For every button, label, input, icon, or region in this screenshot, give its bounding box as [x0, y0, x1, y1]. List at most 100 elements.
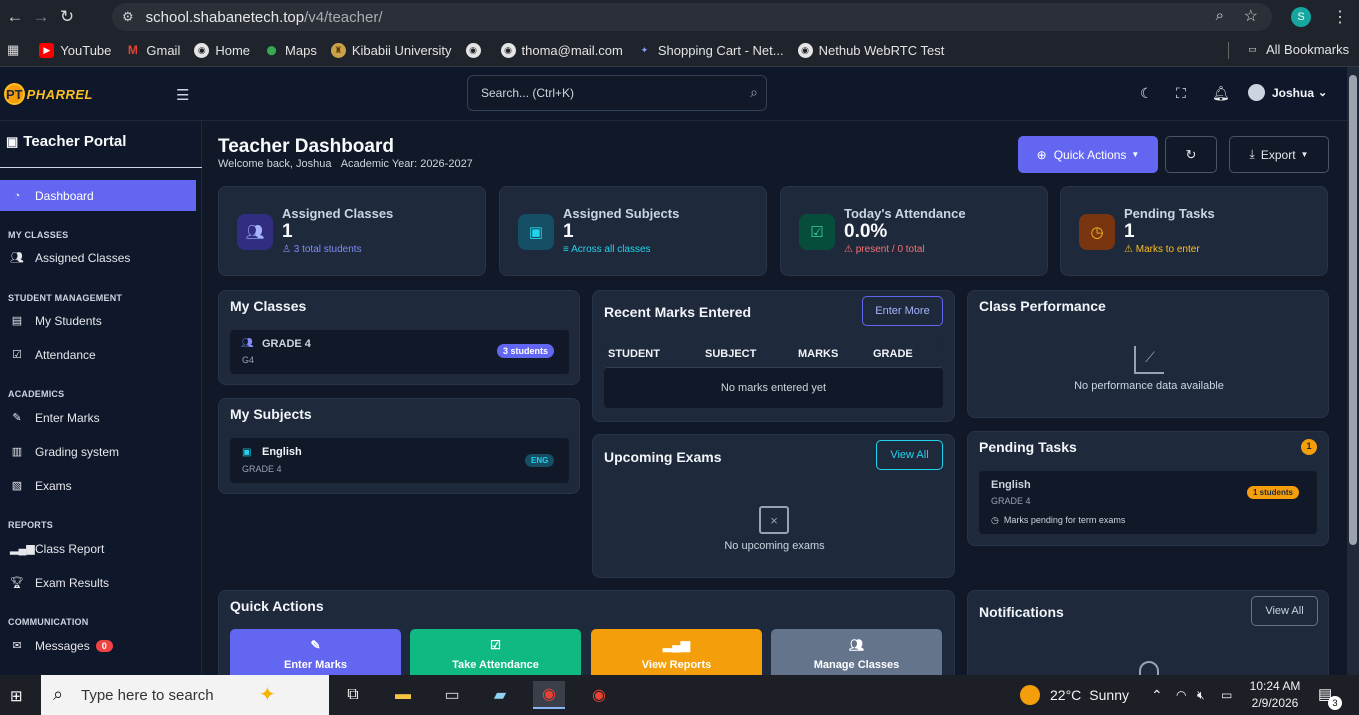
stat-label: Assigned Subjects [563, 206, 680, 221]
search-placeholder: Search... (Ctrl+K) [481, 86, 575, 100]
stat-card-assigned-subjects[interactable]: ▣ Assigned Subjects 1 ≡ Across all class… [499, 186, 767, 276]
sidebar-section-academics: ACADEMICS [8, 389, 65, 399]
profile-avatar[interactable]: S [1291, 7, 1311, 27]
taskbar-search-input[interactable]: ⌕ Type here to search ✦ [41, 675, 329, 715]
user-menu[interactable]: Joshua ⌄ [1248, 84, 1327, 101]
zoom-icon[interactable]: ⌕ [1216, 7, 1224, 24]
page-scrollbar[interactable] [1347, 67, 1359, 675]
bar-chart-icon: ▂▄▆ [10, 543, 35, 555]
bookmark-star-icon[interactable]: ☆ [1244, 6, 1258, 26]
sidebar-item-attendance[interactable]: ☑ Attendance [0, 339, 196, 370]
browser-menu-icon[interactable]: ⋮ [1332, 7, 1348, 27]
id-card-icon: ▤ [11, 315, 23, 327]
bookmark-nethub[interactable]: ◉ Nethub WebRTC Test [797, 42, 944, 58]
page-title: Teacher Dashboard [218, 136, 394, 157]
file-explorer-icon[interactable]: ▬ [387, 681, 419, 709]
book-icon: ▣ [242, 447, 252, 458]
sidebar-item-enter-marks[interactable]: ✎ Enter Marks [0, 402, 196, 433]
sidebar-item-assigned-classes[interactable]: 👥︎ Assigned Classes [0, 242, 196, 273]
card-title: My Classes [230, 298, 307, 314]
pending-tasks-card: Pending Tasks 1 English GRADE 4 1 studen… [967, 431, 1329, 546]
search-icon: ⌕ [53, 684, 64, 704]
chevron-down-icon: ⌄ [1318, 87, 1328, 99]
clock-icon: ◷ [991, 515, 999, 525]
qa-manage-classes-button[interactable]: 👥︎ Manage Classes [771, 629, 942, 675]
weather-text: Sunny [1089, 687, 1129, 703]
qa-enter-marks-button[interactable]: ✎ Enter Marks [230, 629, 401, 675]
export-button[interactable]: ⤓ Export ▼ [1229, 136, 1329, 173]
users-icon: 👥︎ [241, 338, 254, 349]
sidebar-item-exam-results[interactable]: 🏆︎ Exam Results [0, 567, 196, 598]
volume-muted-icon[interactable]: 🔇︎ [1197, 675, 1205, 715]
sidebar-item-exams[interactable]: ▧ Exams [0, 470, 196, 501]
wifi-icon[interactable]: ◠ [1176, 675, 1186, 715]
dark-mode-icon[interactable]: ☾ [1140, 85, 1153, 102]
globe-icon: ◉ [797, 42, 813, 58]
stat-card-attendance[interactable]: ☑ Today's Attendance 0.0% ⚠ present / 0 … [780, 186, 1048, 276]
notepad-icon[interactable]: ▰ [484, 681, 516, 709]
bookmark-thoma-mail[interactable]: ◉ thoma@mail.com [500, 42, 623, 58]
qa-view-reports-button[interactable]: ▂▄▆ View Reports [591, 629, 762, 675]
col-marks: MARKS [798, 348, 839, 360]
back-icon[interactable]: ← [4, 6, 26, 28]
forward-icon[interactable]: → [30, 6, 52, 28]
address-bar[interactable]: ⚙ school.shabanetech.top/v4/teacher/ ⌕ ☆ [112, 3, 1272, 31]
sidebar-item-grading-system[interactable]: ▥ Grading system [0, 436, 196, 467]
clock[interactable]: 10:24 AM 2/9/2026 [1245, 678, 1305, 712]
class-item[interactable]: 👥︎ GRADE 4 G4 3 students [230, 330, 569, 374]
stat-card-pending-tasks[interactable]: ◷ Pending Tasks 1 ⚠ Marks to enter [1060, 186, 1328, 276]
bookmarks-bar: ▦ ▶ YouTube M Gmail ◉ Home ⬤ Maps ♜ Kibabii U… [0, 34, 1359, 67]
site-info-icon[interactable]: ⚙ [122, 9, 134, 25]
sidebar-item-dashboard[interactable]: ◔ Dashboard [0, 180, 196, 211]
chrome-icon[interactable]: ◉ [533, 681, 565, 709]
subject-item[interactable]: ▣ English GRADE 4 ENG [230, 438, 569, 483]
stat-value: 1 [1124, 221, 1135, 242]
view-all-notifications-button[interactable]: View All [1251, 596, 1318, 626]
bookmark-youtube[interactable]: ▶ YouTube [39, 42, 111, 58]
weather-temp: 22°C [1050, 687, 1082, 703]
terminal-icon[interactable]: ▭ [436, 681, 468, 709]
class-performance-card: Class Performance ⟋ No performance data … [967, 290, 1329, 418]
card-title: Upcoming Exams [604, 449, 722, 465]
caret-down-icon: ▼ [1131, 150, 1140, 159]
view-all-exams-button[interactable]: View All [876, 440, 943, 470]
stat-label: Assigned Classes [282, 206, 394, 221]
chrome-profile-icon[interactable]: ◉ [583, 681, 615, 709]
stat-card-assigned-classes[interactable]: 👥︎ Assigned Classes 1 ♙ 3 total students [218, 186, 486, 276]
edit-icon: ✎ [12, 412, 22, 424]
col-grade: GRADE [873, 348, 913, 360]
bookmark-gmail[interactable]: M Gmail [125, 43, 180, 58]
qa-take-attendance-button[interactable]: ☑ Take Attendance [410, 629, 581, 675]
bookmark-maps[interactable]: ⬤ Maps [264, 43, 316, 58]
refresh-button[interactable]: ↻ [1165, 136, 1217, 173]
bookmark-globe[interactable]: ◉ [465, 42, 487, 58]
sidebar-item-class-report[interactable]: ▂▄▆ Class Report [0, 533, 196, 564]
youtube-icon: ▶ [39, 42, 55, 58]
bookmark-shopping-cart[interactable]: ✦ Shopping Cart - Net... [637, 43, 784, 58]
app-logo[interactable]: PT PHARREL [4, 81, 92, 107]
task-view-icon[interactable]: ⧉ [337, 681, 369, 709]
bookmark-home[interactable]: ◉ Home [194, 42, 250, 58]
sidebar-item-my-students[interactable]: ▤ My Students [0, 305, 196, 336]
all-bookmarks[interactable]: ▭ All Bookmarks [1245, 42, 1349, 57]
quick-actions-button[interactable]: ⊕ Quick Actions ▼ [1018, 136, 1158, 173]
weather-widget[interactable]: 22°C Sunny [1020, 675, 1129, 715]
battery-icon[interactable]: ▭ [1221, 675, 1232, 715]
taskbar-search-placeholder: Type here to search [81, 686, 214, 704]
global-search-input[interactable]: Search... (Ctrl+K) ⌕ [467, 75, 767, 111]
list-icon: ≡ [563, 244, 569, 255]
card-title: Quick Actions [230, 598, 324, 614]
scrollbar-thumb[interactable] [1349, 75, 1357, 545]
windows-start-icon[interactable]: ⊞ [10, 687, 23, 705]
bell-icon[interactable]: 🔔︎ [1212, 85, 1230, 102]
fullscreen-icon[interactable]: ⛶ [1176, 85, 1186, 102]
menu-toggle-icon[interactable]: ☰ [176, 86, 189, 104]
bookmark-kibabii[interactable]: ♜ Kibabii University [330, 42, 452, 58]
sidebar-item-messages[interactable]: ✉ Messages 0 [0, 630, 196, 661]
apps-grid-icon[interactable]: ▦ [7, 42, 19, 58]
pending-task-item[interactable]: English GRADE 4 1 students ◷ Marks pendi… [979, 471, 1317, 534]
chevron-up-icon[interactable]: ⌃ [1151, 675, 1163, 715]
reload-icon[interactable]: ↻ [56, 6, 78, 28]
enter-more-button[interactable]: Enter More [862, 296, 943, 326]
stat-note: ≡ Across all classes [563, 244, 651, 255]
